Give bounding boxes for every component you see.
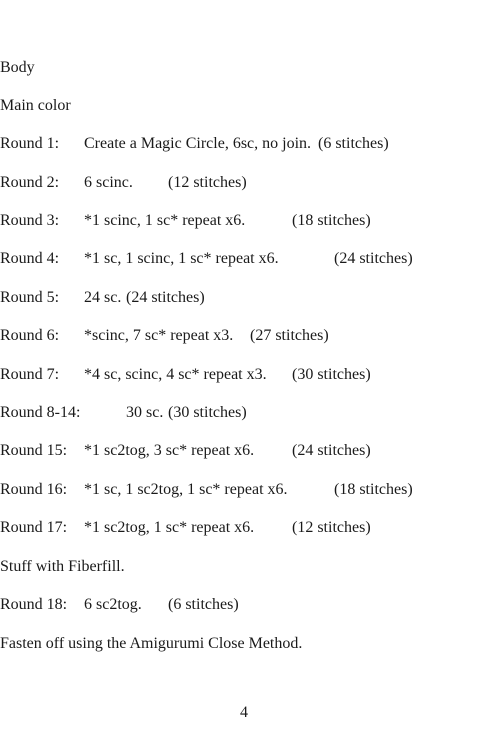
round-count: (6 stitches) [168,596,239,613]
round-row: Round 6: *scinc, 7 sc* repeat x3. (27 st… [0,326,501,346]
round-row: Round 8-14: 30 sc. (30 stitches) [0,403,501,423]
round-count: (18 stitches) [292,212,371,229]
round-label: Round 2: [0,174,60,191]
round-label: Round 7: [0,366,60,383]
round-label: Round 17: [0,519,68,536]
round-row: Round 4: *1 sc, 1 scinc, 1 sc* repeat x6… [0,249,501,269]
round-row: Round 16: *1 sc, 1 sc2tog, 1 sc* repeat … [0,480,501,500]
round-instruction: *scinc, 7 sc* repeat x3. [84,327,234,344]
round-instruction: *4 sc, scinc, 4 sc* repeat x3. [84,366,267,383]
round-instruction: Create a Magic Circle, 6sc, no join. [84,135,312,152]
round-count: (6 stitches) [318,135,389,152]
round-label: Round 18: [0,596,68,613]
round-instruction: 24 sc. [84,289,122,306]
round-row: Round 18: 6 sc2tog. (6 stitches) [0,595,501,615]
round-count: (24 stitches) [334,250,413,267]
round-instruction: 6 scinc. [84,174,133,191]
round-label: Round 8-14: [0,404,81,421]
round-instruction: *1 scinc, 1 sc* repeat x6. [84,212,246,229]
round-label: Round 16: [0,481,68,498]
round-row: Round 17: *1 sc2tog, 1 sc* repeat x6. (1… [0,518,501,538]
section-title: Body [0,59,35,76]
round-row: Round 3: *1 scinc, 1 sc* repeat x6. (18 … [0,211,501,231]
round-label: Round 6: [0,327,60,344]
round-count: (24 stitches) [292,442,371,459]
round-row: Round 1: Create a Magic Circle, 6sc, no … [0,134,501,154]
round-label: Round 15: [0,442,68,459]
round-instruction: *1 sc, 1 scinc, 1 sc* repeat x6. [84,250,279,267]
subtitle: Main color [0,97,71,114]
stuff-note: Stuff with Fiberfill. [0,558,125,575]
round-label: Round 5: [0,289,60,306]
round-label: Round 4: [0,250,60,267]
round-row: Round 5: 24 sc. (24 stitches) [0,288,501,308]
page-number: 4 [240,704,248,721]
round-count: (27 stitches) [250,327,329,344]
round-count: (24 stitches) [126,289,205,306]
round-count: (12 stitches) [292,519,371,536]
round-instruction: *1 sc2tog, 3 sc* repeat x6. [84,442,255,459]
round-count: (30 stitches) [168,404,247,421]
round-label: Round 3: [0,212,60,229]
round-count: (18 stitches) [334,481,413,498]
round-row: Round 2: 6 scinc. (12 stitches) [0,173,501,193]
round-instruction: 30 sc. [126,404,164,421]
round-instruction: 6 sc2tog. [84,596,142,613]
round-label: Round 1: [0,135,60,152]
round-instruction: *1 sc, 1 sc2tog, 1 sc* repeat x6. [84,481,288,498]
round-row: Round 7: *4 sc, scinc, 4 sc* repeat x3. … [0,365,501,385]
closing-instruction: Fasten off using the Amigurumi Close Met… [0,635,303,652]
round-count: (30 stitches) [292,366,371,383]
round-instruction: *1 sc2tog, 1 sc* repeat x6. [84,519,255,536]
round-count: (12 stitches) [168,174,247,191]
round-row: Round 15: *1 sc2tog, 3 sc* repeat x6. (2… [0,441,501,461]
